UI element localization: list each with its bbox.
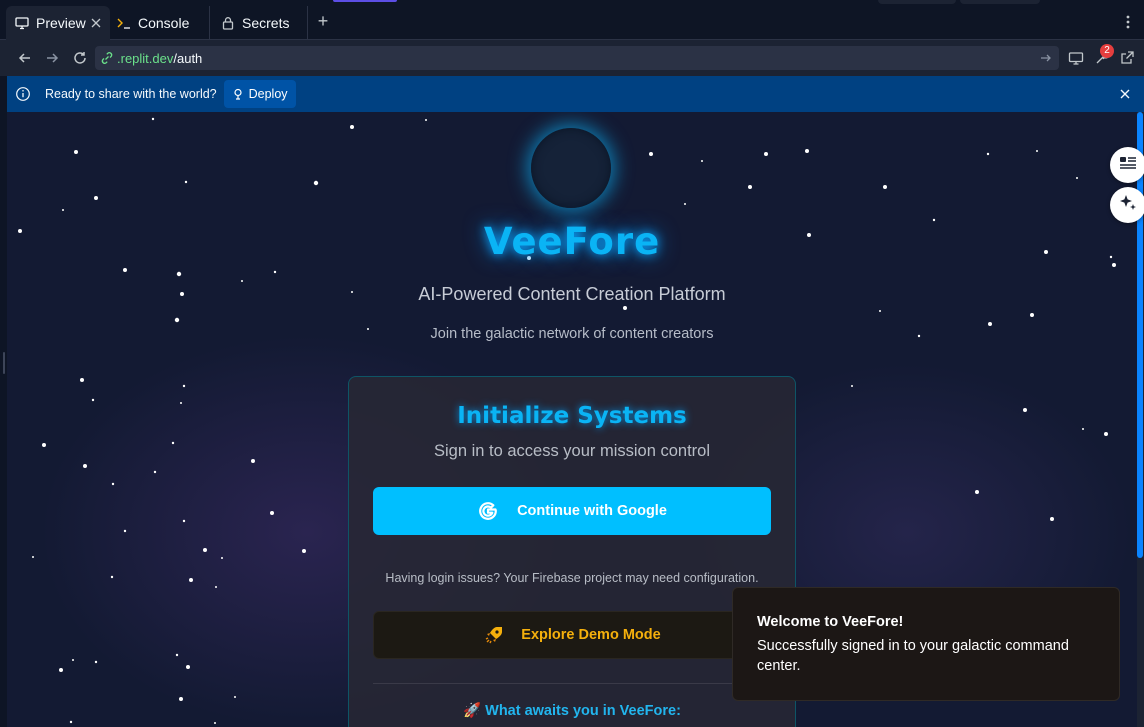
rocket-icon (483, 624, 505, 646)
reload-icon[interactable] (72, 50, 88, 66)
deploy-icon (234, 88, 242, 100)
top-edge-tab (878, 0, 956, 4)
sub-tagline: Join the galactic network of content cre… (430, 326, 714, 342)
open-in-new-tab-icon[interactable] (1119, 50, 1135, 66)
brand-orb (531, 128, 611, 208)
comment-list-icon (1119, 155, 1137, 176)
forward-arrow-icon[interactable] (44, 50, 60, 66)
tab-preview[interactable]: Preview (6, 6, 110, 40)
url-field[interactable]: .replit.dev/auth (95, 46, 1059, 70)
terminal-icon (116, 15, 132, 31)
close-icon[interactable] (90, 16, 102, 28)
tab-label: Secrets (242, 15, 290, 31)
back-arrow-icon[interactable] (17, 50, 33, 66)
ai-assist-float-button[interactable] (1110, 187, 1144, 223)
preview-url-bar: .replit.dev/auth (0, 40, 1144, 76)
deploy-banner: Ready to share with the world? Deploy (7, 76, 1144, 112)
tab-label: Console (138, 15, 190, 31)
url-domain: .replit.dev (117, 50, 174, 66)
toast-title: Welcome to VeeFore! (757, 614, 904, 630)
device-preview-icon[interactable] (1068, 50, 1084, 66)
monitor-icon (14, 15, 30, 31)
welcome-toast[interactable]: Welcome to VeeFore! Successfully signed … (732, 587, 1120, 701)
top-edge-tab (960, 0, 1040, 4)
deploy-label: Deploy (248, 87, 288, 101)
tagline: AI-Powered Content Creation Platform (418, 284, 726, 304)
lock-icon (220, 15, 236, 31)
active-indicator (333, 0, 397, 2)
login-help-text: Having login issues? Your Firebase proje… (385, 571, 759, 585)
card-title: Initialize Systems (457, 403, 687, 429)
toast-body: Successfully signed in to your galactic … (757, 638, 1069, 674)
workspace-tab-bar: Preview Console Secrets + (0, 0, 1144, 40)
feedback-float-button[interactable] (1110, 147, 1144, 183)
card-subtitle: Sign in to access your mission control (433, 442, 711, 460)
continue-with-google-button[interactable]: Continue with Google (373, 487, 771, 535)
more-options-icon[interactable] (1122, 14, 1134, 30)
pane-gutter (0, 112, 7, 727)
go-arrow-icon[interactable] (1039, 51, 1053, 65)
explore-demo-button[interactable]: Explore Demo Mode (373, 611, 771, 659)
login-card: Initialize Systems Sign in to access you… (348, 376, 796, 727)
url-path: /auth (173, 50, 203, 66)
tab-console[interactable]: Console (110, 6, 210, 40)
new-tab-button[interactable]: + (316, 12, 330, 30)
google-button-label: Continue with Google (517, 503, 667, 519)
demo-button-label: Explore Demo Mode (521, 627, 661, 643)
close-icon[interactable] (1118, 87, 1132, 101)
tab-secrets[interactable]: Secrets (212, 6, 308, 40)
banner-text: Ready to share with the world? (45, 87, 217, 101)
sparkle-icon (1118, 193, 1138, 218)
divider (373, 683, 771, 684)
notification-badge: 2 (1100, 44, 1114, 58)
deploy-button[interactable]: Deploy (223, 80, 296, 108)
info-icon (15, 86, 31, 102)
google-icon (477, 500, 499, 522)
features-heading: 🚀 What awaits you in VeeFore: (463, 703, 681, 719)
brand-title: VeeFore (483, 220, 661, 263)
link-icon (99, 50, 115, 66)
tab-label: Preview (36, 15, 86, 31)
resize-handle[interactable] (3, 352, 5, 374)
